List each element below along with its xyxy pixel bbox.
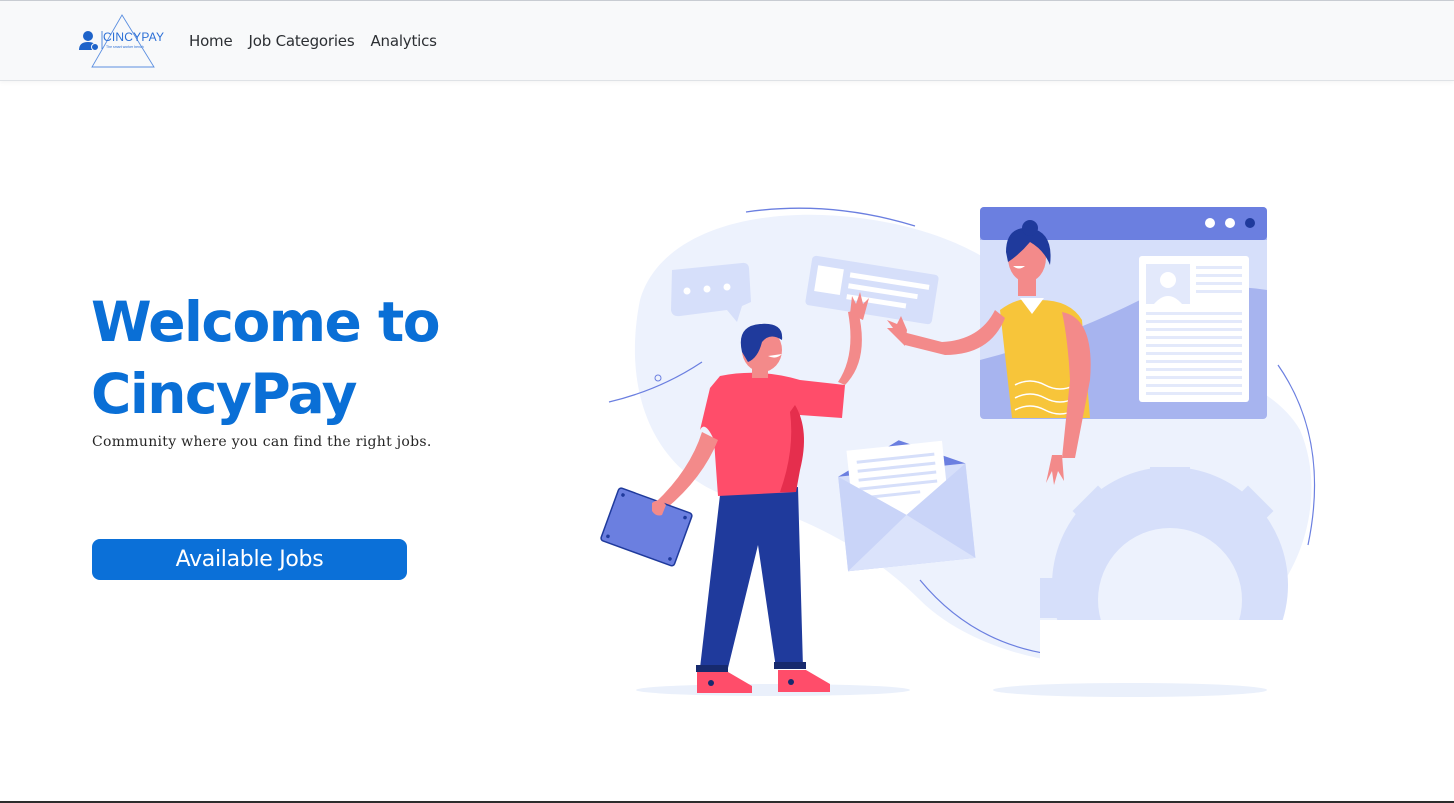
brand-tagline: The smart worker bench (106, 45, 144, 49)
nav-home-link[interactable]: Home (189, 31, 233, 51)
brand-name: CINCYPAY (103, 30, 165, 44)
hero-title: Welcome to CincyPay (91, 290, 441, 426)
brand-logo[interactable]: CINCYPAY The smart worker bench (78, 13, 170, 69)
nav-analytics-link[interactable]: Analytics (370, 31, 437, 51)
nav-links: Home Job Categories Analytics (189, 31, 437, 51)
available-jobs-button[interactable]: Available Jobs (92, 539, 407, 580)
hero-subtitle: Community where you can find the right j… (92, 434, 432, 450)
navbar: CINCYPAY The smart worker bench Home Job… (0, 1, 1454, 81)
hero-illustration (596, 196, 1340, 720)
people-high-five-illustration-icon (600, 207, 1340, 720)
nav-job-categories-link[interactable]: Job Categories (249, 31, 355, 51)
